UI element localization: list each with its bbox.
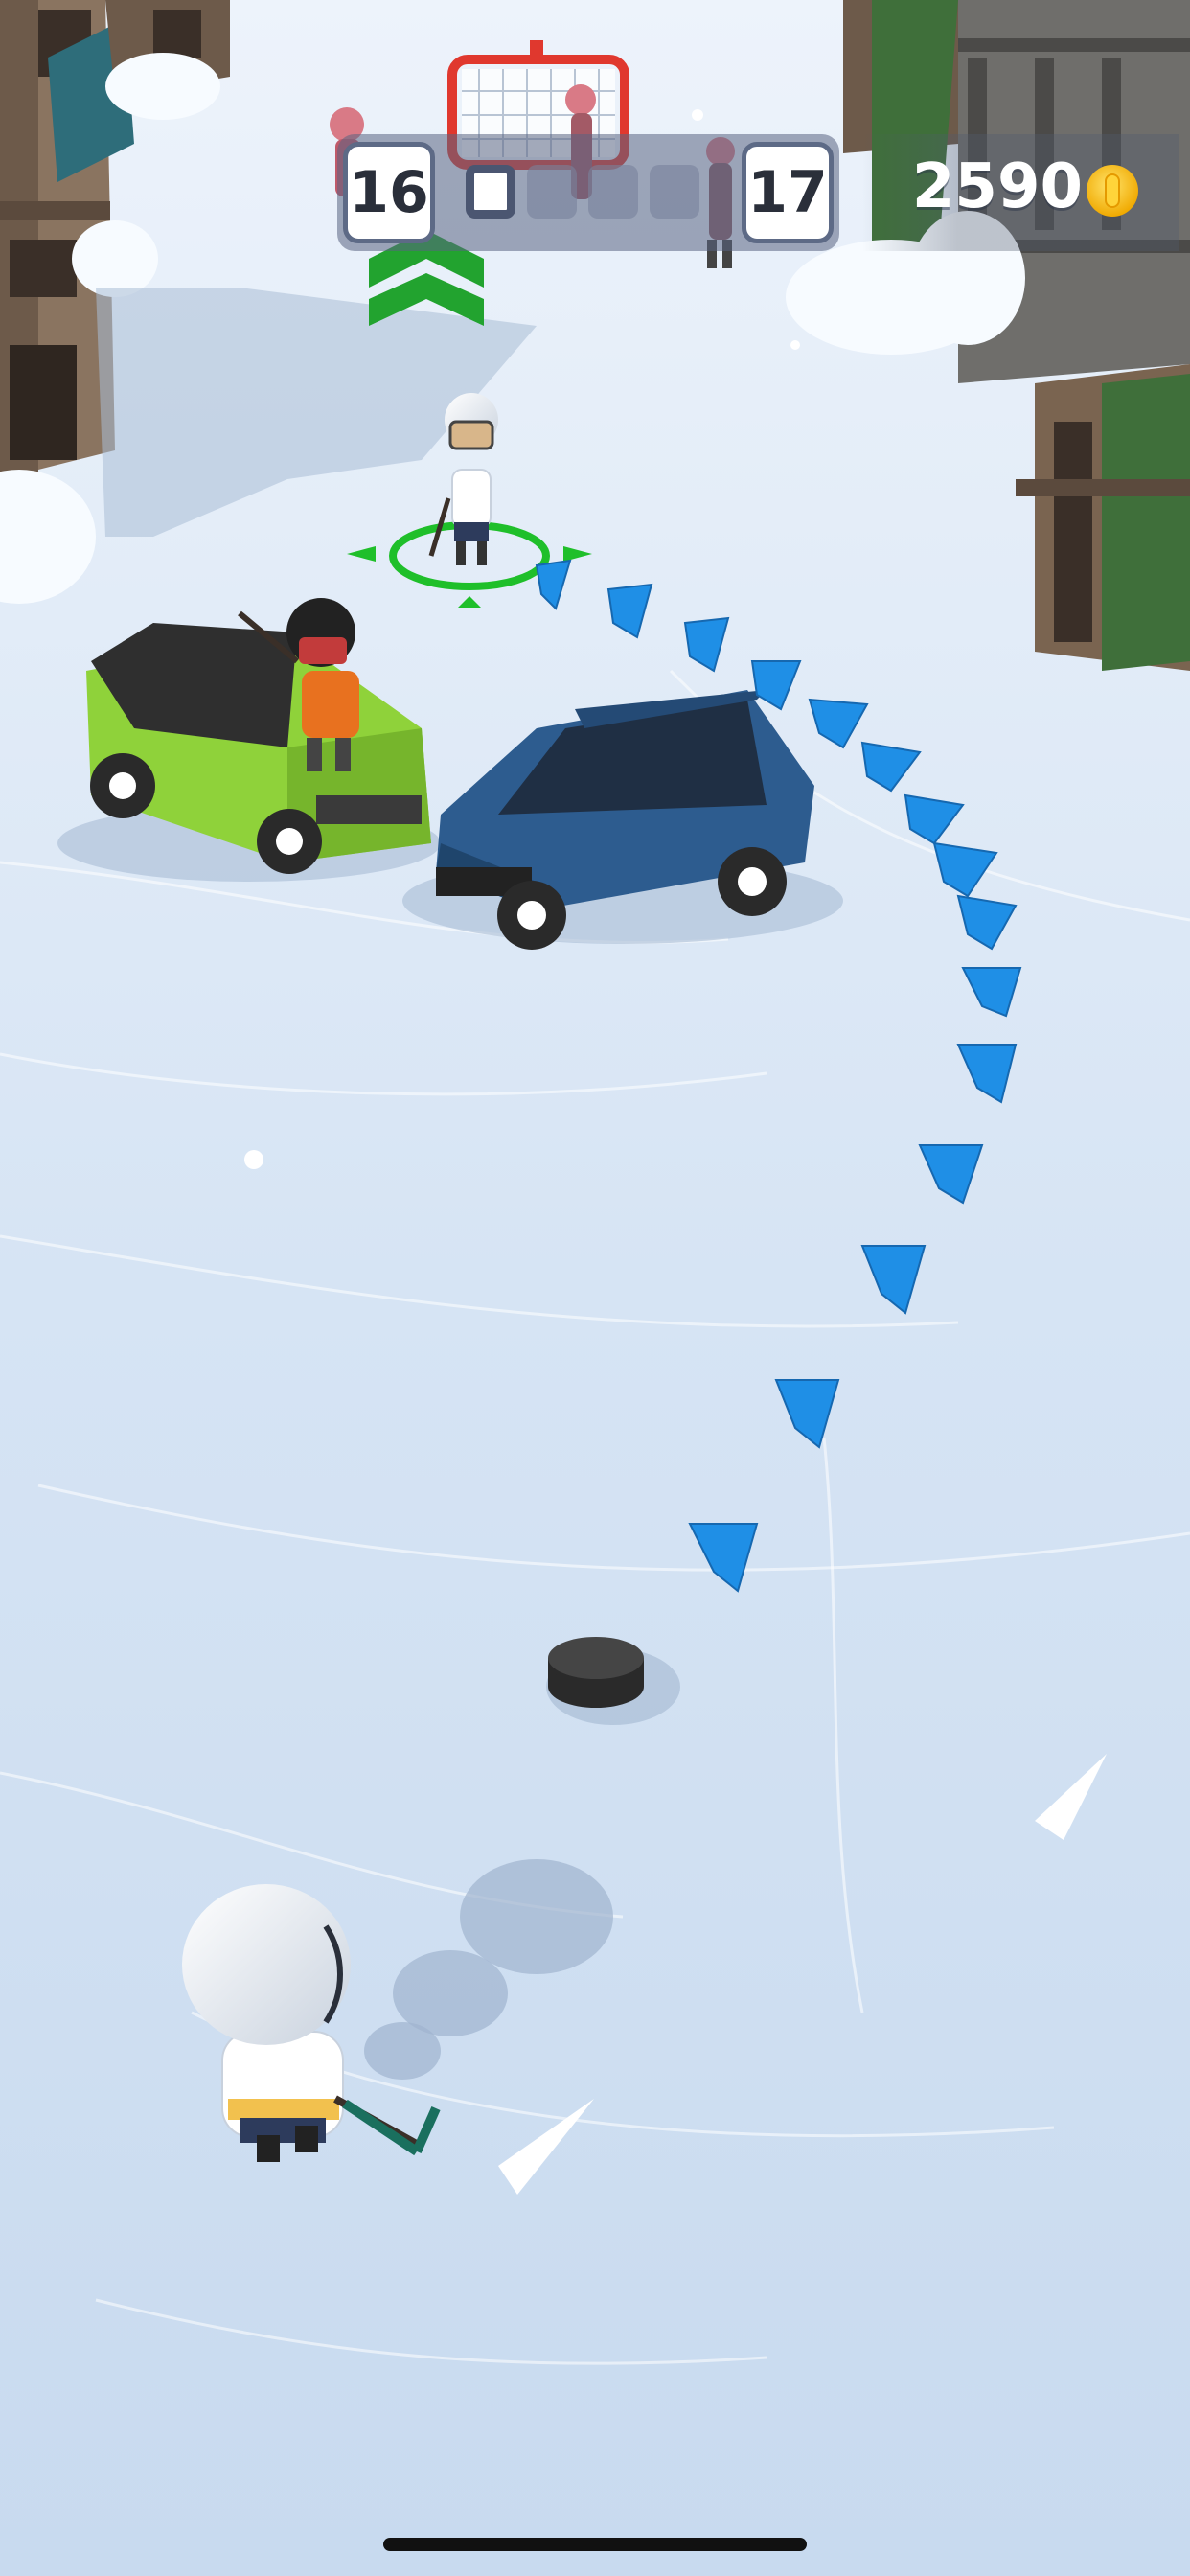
stage-progress-cell <box>527 165 577 218</box>
game-scene <box>0 0 1190 2576</box>
coin-icon <box>1087 165 1138 217</box>
level-progress-bar: 16 17 <box>337 134 839 251</box>
stage-progress-cell <box>650 165 699 218</box>
home-indicator[interactable] <box>383 2538 807 2551</box>
next-level-badge: 17 <box>742 142 834 243</box>
current-level-badge: 16 <box>343 142 435 243</box>
stage-progress-cell <box>588 165 638 218</box>
stage-progress-cell <box>466 165 515 218</box>
coin-count: 2590 <box>911 151 1083 222</box>
coin-counter: 2590 <box>862 134 1179 251</box>
